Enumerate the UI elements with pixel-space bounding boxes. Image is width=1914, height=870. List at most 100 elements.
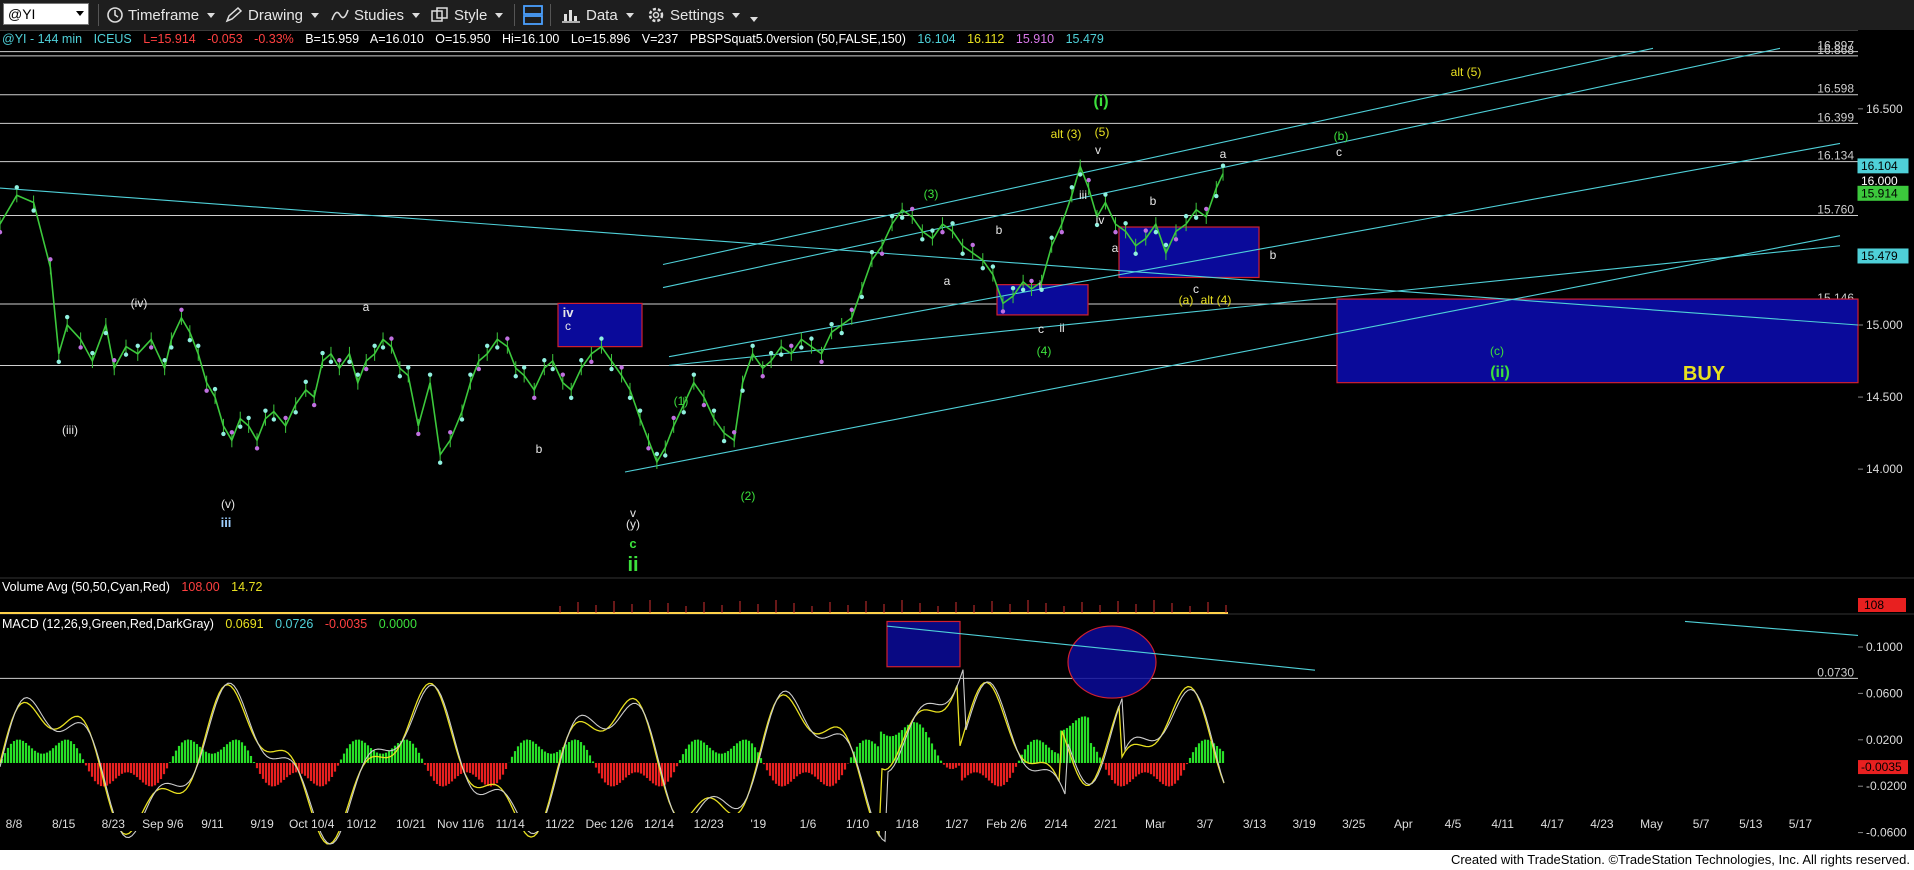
pivot-dot — [889, 213, 895, 219]
pivot-dot — [550, 366, 555, 372]
macd-tick-label: -0.0600 — [1866, 826, 1907, 840]
symbol-selector[interactable]: @YI — [3, 3, 89, 25]
horizontal-level-label: 16.868 — [1817, 43, 1854, 57]
macd-highlight-box — [886, 620, 961, 668]
wave-label: c — [1193, 282, 1199, 296]
wave-label: ii — [627, 554, 638, 576]
x-axis-label: '19 — [751, 817, 767, 831]
pivot-dot — [468, 372, 473, 377]
wave-label: (3) — [924, 187, 939, 201]
wave-label: b — [1150, 194, 1157, 208]
pivot-dot — [879, 251, 885, 256]
pivot-dot — [579, 358, 584, 363]
x-axis-label: 9/19 — [250, 817, 274, 831]
pivot-dot — [123, 352, 129, 357]
copyright-text: Created with TradeStation. ©TradeStation… — [1450, 852, 1910, 867]
pivot-dot — [135, 343, 140, 349]
pivot-dot — [103, 330, 109, 336]
pivot-dot — [1069, 185, 1075, 190]
horizontal-level-label: 15.760 — [1817, 202, 1854, 216]
pivot-dot — [169, 345, 174, 350]
pivot-dot — [271, 417, 277, 422]
pivot-dot — [930, 228, 935, 233]
pivot-dot — [1153, 229, 1159, 235]
pivot-dot — [1000, 309, 1006, 314]
pivot-dot — [646, 446, 651, 451]
horizontal-level-label: 16.598 — [1817, 82, 1854, 96]
x-axis-label: 4/23 — [1590, 817, 1614, 831]
data-menu[interactable]: Data — [560, 4, 634, 26]
pivot-dot — [196, 343, 201, 349]
toolbar-divider — [514, 4, 515, 26]
pivot-dot — [970, 242, 975, 248]
pivot-dot — [263, 408, 268, 413]
price-tick-label: 15.000 — [1866, 318, 1903, 332]
pivot-dot — [448, 430, 453, 435]
pivot-dot — [711, 408, 717, 413]
x-axis-label: 10/21 — [396, 817, 426, 831]
wave-label: c — [629, 536, 636, 551]
pivot-dot — [681, 410, 686, 415]
pivot-dot — [112, 358, 117, 363]
studies-menu[interactable]: Studies — [330, 4, 421, 26]
macd-tick-label: 0.0200 — [1866, 733, 1903, 747]
pivot-dot — [569, 395, 574, 401]
pivot-dot — [1113, 229, 1118, 235]
target-zone-box — [1118, 226, 1260, 279]
symbol-value: @YI — [8, 6, 36, 22]
pivot-dot — [1183, 213, 1189, 219]
x-axis-label: 12/14 — [644, 817, 674, 831]
wave-label: a — [1220, 147, 1227, 161]
pivot-dot — [768, 350, 774, 356]
wave-label: (iii) — [62, 423, 78, 437]
wave-label: alt (5) — [1451, 65, 1482, 79]
pivot-dot — [31, 208, 36, 213]
x-axis-label: 2/14 — [1044, 817, 1068, 831]
macd-value-3: -0.0035 — [324, 617, 368, 631]
macd-value-4: 0.0000 — [378, 617, 417, 631]
x-axis-label: 11/14 — [496, 817, 525, 831]
pivot-dot — [162, 358, 167, 363]
x-axis-label: 1/18 — [896, 817, 920, 831]
pivot-dot — [254, 446, 260, 451]
x-axis-label: 5/17 — [1789, 817, 1813, 831]
price-axis-area — [1858, 30, 1914, 850]
horizontal-level-label: 16.399 — [1817, 110, 1854, 124]
pivot-dot — [899, 215, 905, 220]
wave-label: (iv) — [131, 296, 148, 310]
pivot-dot — [990, 264, 996, 269]
pivot-dot — [56, 359, 61, 365]
x-axis-label: 11/22 — [545, 817, 574, 831]
pivot-dot — [940, 229, 945, 235]
drawing-menu[interactable]: Drawing — [224, 4, 320, 26]
chevron-down-icon — [76, 11, 84, 16]
pencil-icon — [225, 6, 243, 23]
wave-label: (i) — [1093, 93, 1108, 110]
wave-label: iii — [221, 515, 232, 530]
chart-canvas[interactable]: 16.89716.86816.59816.39916.13415.76015.1… — [0, 30, 1914, 850]
layout-button[interactable] — [522, 4, 544, 26]
timeframe-menu[interactable]: Timeframe — [106, 4, 216, 26]
studies-label: Studies — [354, 6, 405, 24]
pivot-dot — [619, 365, 624, 370]
pivot-dot — [495, 345, 500, 350]
volume-legend: Volume Avg (50,50,Cyan,Red) 108.00 14.72 — [2, 580, 270, 594]
chevron-down-icon — [207, 12, 216, 18]
pivot-dot — [149, 345, 154, 350]
x-axis-label: 9/11 — [201, 817, 224, 831]
x-axis-label: 2/21 — [1094, 817, 1118, 831]
settings-menu[interactable]: Settings — [646, 4, 759, 26]
toolbar-divider — [550, 4, 551, 26]
x-axis-label: 5/13 — [1739, 817, 1763, 831]
style-menu[interactable]: Style — [430, 4, 504, 26]
pivot-dot — [980, 265, 985, 271]
pivot-dot — [1010, 285, 1016, 291]
pivot-dot — [416, 431, 421, 437]
pivot-dot — [829, 322, 834, 327]
volume-study-label: Volume Avg (50,50,Cyan,Red) — [2, 580, 170, 594]
pivot-dot — [1029, 278, 1034, 284]
wave-label: (2) — [741, 489, 756, 503]
wave-label: (a) — [1179, 293, 1194, 307]
wave-label: (y) — [626, 517, 640, 531]
pivot-dot — [663, 453, 668, 458]
